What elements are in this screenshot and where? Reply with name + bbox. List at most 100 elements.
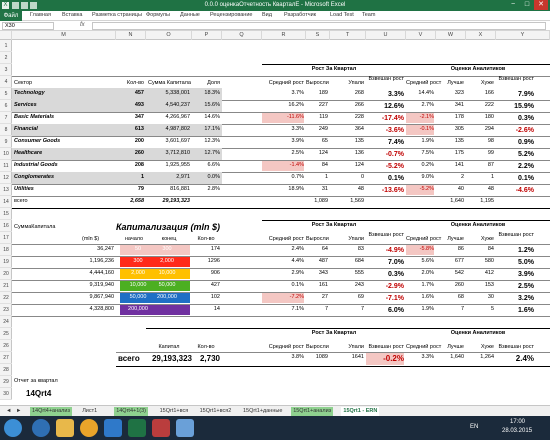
fx-icon[interactable]: fx xyxy=(80,22,85,28)
column-header[interactable]: V xyxy=(406,31,436,40)
sheet-tab[interactable]: 14Qrt4+анализ xyxy=(30,407,72,416)
row-header[interactable]: 8 xyxy=(0,124,12,136)
row-header[interactable]: 21 xyxy=(0,280,12,292)
row-header[interactable]: 12 xyxy=(0,172,12,184)
row-header[interactable]: 20 xyxy=(0,268,12,280)
tab-review[interactable]: Рецензирование xyxy=(210,12,252,18)
row-header[interactable]: 16 xyxy=(0,220,12,232)
start-icon[interactable] xyxy=(4,419,22,437)
tab-page-layout[interactable]: Разметка страницы xyxy=(92,12,142,18)
tab-developer[interactable]: Разработчик xyxy=(284,12,316,18)
close-button[interactable]: ✕ xyxy=(534,0,548,10)
row-header[interactable]: 5 xyxy=(0,88,12,100)
row-header[interactable]: 26 xyxy=(0,340,12,352)
row-header[interactable]: 11 xyxy=(0,160,12,172)
column-header[interactable]: N xyxy=(116,31,146,40)
chrome-icon[interactable] xyxy=(80,419,98,437)
column-header[interactable]: P xyxy=(192,31,222,40)
tab-insert[interactable]: Вставка xyxy=(62,12,82,18)
tab-formulas[interactable]: Формулы xyxy=(146,12,170,18)
select-all-corner[interactable] xyxy=(0,31,12,40)
total-better: 1,640 xyxy=(450,354,464,360)
column-header[interactable]: W xyxy=(436,31,466,40)
row-border xyxy=(12,196,550,197)
app2-icon[interactable] xyxy=(176,419,194,437)
row-header[interactable]: 25 xyxy=(0,328,12,340)
row-header[interactable]: 24 xyxy=(0,316,12,328)
band-weighted: -2.9% xyxy=(385,283,404,290)
band-avg: 7.1% xyxy=(291,306,304,312)
sector-down: 268 xyxy=(354,90,364,96)
sheet-tab[interactable]: 15Qrt1+вся xyxy=(158,407,191,416)
row-header[interactable]: 2 xyxy=(0,52,12,64)
sector-up: 65 xyxy=(321,138,328,144)
column-header[interactable]: R xyxy=(262,31,306,40)
worksheet-grid[interactable]: Рост За Квартал Оценки Аналитиков Сектор Ко… xyxy=(12,40,550,400)
name-box[interactable]: X30 xyxy=(2,22,54,30)
outlook-icon[interactable] xyxy=(104,419,122,437)
band-better: 260 xyxy=(454,282,464,288)
row-header[interactable]: 9 xyxy=(0,136,12,148)
row-header[interactable]: 29 xyxy=(0,376,12,388)
sheet-tab[interactable]: 15Qrt1+данные xyxy=(241,407,284,416)
app-icon[interactable] xyxy=(152,419,170,437)
tab-view[interactable]: Вид xyxy=(262,12,272,18)
row-header[interactable]: 23 xyxy=(0,304,12,316)
maximize-button[interactable]: □ xyxy=(520,0,534,10)
tab-load-test[interactable]: Load Test xyxy=(330,12,354,18)
column-header[interactable]: S xyxy=(306,31,330,40)
column-header[interactable]: Y xyxy=(496,31,550,40)
row-header[interactable]: 15 xyxy=(0,208,12,220)
row-header[interactable]: 22 xyxy=(0,292,12,304)
column-header[interactable]: X xyxy=(466,31,496,40)
row-header[interactable]: 14 xyxy=(0,196,12,208)
formula-input[interactable] xyxy=(92,22,546,30)
lang-indicator[interactable]: EN xyxy=(470,424,478,430)
sheet-tab[interactable]: Лист1 xyxy=(80,407,99,416)
ie-icon[interactable] xyxy=(32,419,50,437)
row-header[interactable]: 19 xyxy=(0,256,12,268)
tab-team[interactable]: Team xyxy=(362,12,375,18)
sector-count: 79 xyxy=(137,186,144,192)
row-header[interactable]: 13 xyxy=(0,184,12,196)
minimize-button[interactable]: − xyxy=(506,0,520,10)
excel-taskbar-icon[interactable] xyxy=(128,419,146,437)
row-header[interactable]: 28 xyxy=(0,364,12,376)
row-header[interactable]: 18 xyxy=(0,244,12,256)
row-header[interactable]: 3 xyxy=(0,64,12,76)
tab-home[interactable]: Главная xyxy=(30,12,51,18)
sector-avg2: 1.9% xyxy=(421,138,434,144)
column-header[interactable]: U xyxy=(366,31,406,40)
total-label: всего xyxy=(14,198,28,204)
row-header[interactable]: 4 xyxy=(0,76,12,88)
file-tab[interactable]: Файл xyxy=(0,11,22,21)
tab-data[interactable]: Данные xyxy=(180,12,200,18)
row-header[interactable]: 30 xyxy=(0,388,12,400)
sector-avg2: 7.5% xyxy=(421,150,434,156)
sector-up: 84 xyxy=(321,162,328,168)
sector-share: 14.6% xyxy=(204,114,220,120)
row-header[interactable]: 27 xyxy=(0,352,12,364)
column-header[interactable]: O xyxy=(146,31,192,40)
sector-weighted2: 0.1% xyxy=(518,175,534,182)
sheet-tab[interactable]: 14Qrt4+1(3) xyxy=(114,407,148,416)
sheet-tab[interactable]: 15Qrt1+анализ xyxy=(291,407,334,416)
prev-sheet-icon[interactable]: ◄ xyxy=(4,407,13,416)
total-sum: 29,193,323 xyxy=(162,198,190,204)
sector-weighted2: -4.6% xyxy=(515,187,534,194)
sheet-tab[interactable]: 15Qrt1 - ERN xyxy=(341,407,380,416)
row-border xyxy=(12,316,550,317)
row-header[interactable]: 6 xyxy=(0,100,12,112)
row-header[interactable]: 1 xyxy=(0,40,12,52)
next-sheet-icon[interactable]: ► xyxy=(14,407,23,416)
row-header[interactable]: 10 xyxy=(0,148,12,160)
column-header[interactable]: T xyxy=(330,31,366,40)
row-header[interactable]: 7 xyxy=(0,112,12,124)
row-header[interactable]: 17 xyxy=(0,232,12,244)
column-header[interactable]: M xyxy=(12,31,116,40)
explorer-icon[interactable] xyxy=(56,419,74,437)
group-header-growth: Рост За Квартал xyxy=(311,66,357,72)
sheet-tab[interactable]: 15Qrt1+вся2 xyxy=(198,407,234,416)
sector-avg2: 2.7% xyxy=(421,102,434,108)
column-header[interactable]: Q xyxy=(222,31,262,40)
